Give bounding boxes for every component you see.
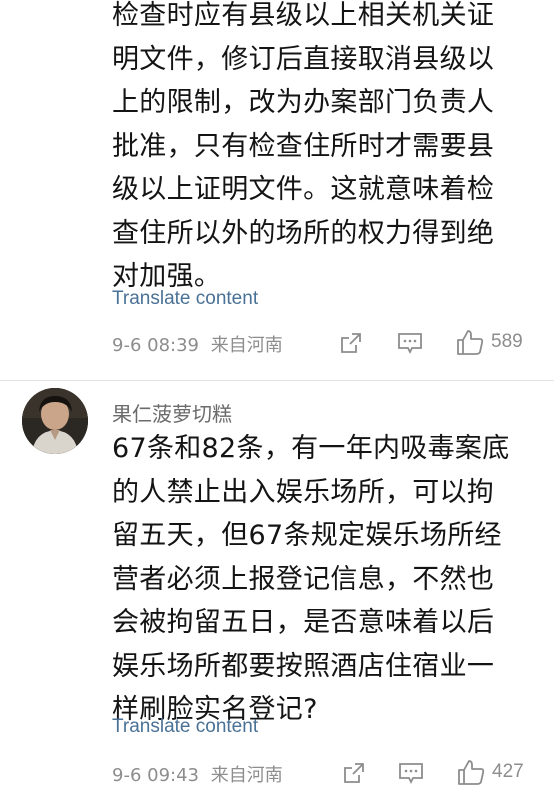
thumbs-up-icon[interactable] (456, 328, 484, 360)
comment-1-line: 查住所以外的场所的权力得到绝 (112, 217, 495, 249)
comment-divider (0, 380, 554, 381)
share-icon[interactable] (339, 331, 363, 359)
comment-time: 9-6 08:39 (112, 335, 199, 356)
comment-2-line: 会被拘留五日，是否意味着以后 (112, 607, 495, 638)
comment-2-meta: 9-6 09:43 来自河南 (112, 761, 283, 787)
comment-location: 来自河南 (210, 765, 283, 786)
username[interactable]: 果仁菠萝切糕 (112, 398, 232, 427)
comment-1-meta: 9-6 08:39 来自河南 (112, 331, 283, 357)
share-icon[interactable] (342, 761, 366, 789)
comment-2-line: 的人禁止出入娱乐场所，可以拘 (112, 476, 495, 508)
like-count: 589 (491, 331, 523, 352)
comment-2-line: 留五天，但67条规定娱乐场所经 (112, 520, 502, 551)
comment-time: 9-6 09:43 (112, 765, 199, 786)
reply-icon[interactable] (397, 331, 423, 359)
comment-1-line: 批准，只有检查住所时才需要县 (112, 130, 495, 162)
comment-location: 来自河南 (210, 335, 283, 356)
comment-1-line: 检查时应有县级以上相关机关证 (112, 0, 495, 31)
thumbs-up-icon[interactable] (457, 758, 485, 790)
translate-content-link[interactable]: Translate content (112, 288, 258, 310)
comment-2-line: 娱乐场所都要按照酒店住宿业一 (112, 650, 495, 682)
reply-icon[interactable] (398, 761, 424, 789)
comment-1-line: 上的限制，改为办案部门负责人 (112, 87, 495, 118)
comment-1-line: 级以上证明文件。这就意味着检 (112, 174, 495, 205)
avatar[interactable] (22, 388, 88, 454)
comment-2-line: 营者必须上报登记信息，不然也 (112, 563, 495, 595)
comment-2-line: 67条和82条，有一年内吸毒案底 (112, 433, 510, 464)
translate-content-link[interactable]: Translate content (112, 716, 258, 738)
comment-2-text: 67条和82条，有一年内吸毒案底 的人禁止出入娱乐场所，可以拘 留五天，但67条… (112, 427, 537, 732)
comment-1-line: 明文件，修订后直接取消县级以 (112, 43, 495, 75)
like-count: 427 (492, 761, 524, 782)
comment-1-text: 检查时应有县级以上相关机关证 明文件，修订后直接取消县级以 上的限制，改为办案部… (112, 0, 537, 299)
